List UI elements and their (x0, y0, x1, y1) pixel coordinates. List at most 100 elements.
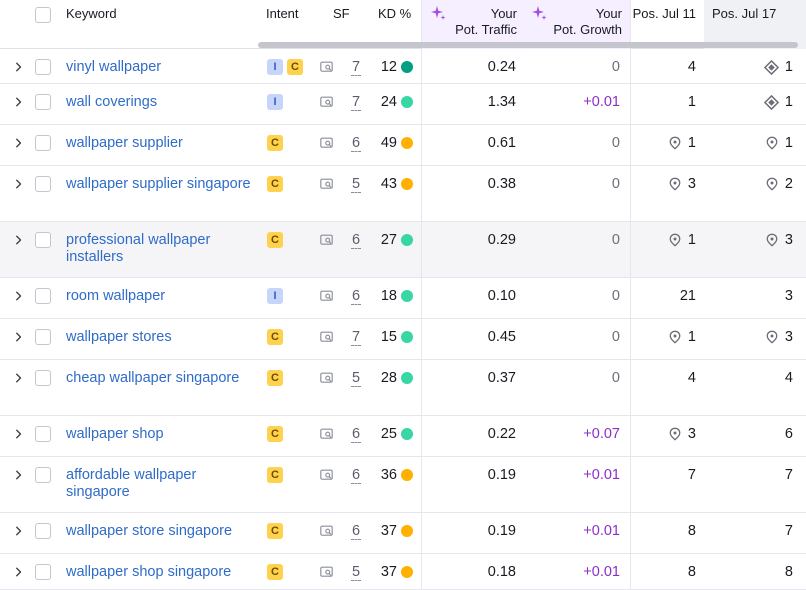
position-jul11: 3 (668, 176, 696, 192)
keyword-link[interactable]: wallpaper shop (66, 426, 251, 443)
row-checkbox[interactable] (35, 467, 51, 483)
position-jul17-value: 1 (784, 59, 793, 75)
keyword-link[interactable]: cheap wallpaper singapore (66, 370, 251, 387)
pot-growth-value: 0 (611, 59, 620, 75)
keyword-link[interactable]: wallpaper shop singapore (66, 564, 251, 581)
divider (630, 166, 631, 221)
serp-feature-icon (320, 566, 333, 577)
expand-row-button[interactable] (13, 61, 25, 73)
horizontal-scrollbar[interactable] (258, 42, 798, 48)
serp-features-count[interactable]: 7 (351, 94, 361, 111)
table-row[interactable]: affordable wallpaper singapore C 6 36 0.19 +0… (0, 457, 806, 513)
serp-features-icon[interactable] (318, 525, 335, 538)
expand-row-button[interactable] (13, 178, 25, 190)
serp-features-count[interactable]: 5 (351, 176, 361, 193)
sparkle-icon (431, 6, 446, 20)
divider (630, 125, 631, 165)
expand-row-button[interactable] (13, 525, 25, 537)
serp-features-icon[interactable] (318, 566, 335, 579)
position-jul17-value: 7 (784, 467, 793, 483)
expand-row-button[interactable] (13, 290, 25, 302)
serp-features-icon[interactable] (318, 428, 335, 441)
row-checkbox[interactable] (35, 329, 51, 345)
position-jul17: 3 (765, 329, 793, 345)
serp-features-icon[interactable] (318, 137, 335, 150)
keyword-link[interactable]: wall coverings (66, 94, 251, 111)
keyword-link[interactable]: affordable wallpaper singapore (66, 467, 251, 501)
table-row[interactable]: wallpaper supplier C 6 49 0.61 0 1 1 (0, 125, 806, 166)
col-keyword[interactable]: Keyword (66, 0, 256, 49)
keyword-link[interactable]: wallpaper supplier (66, 135, 251, 152)
expand-row-button[interactable] (13, 234, 25, 246)
divider (421, 360, 422, 415)
keyword-link[interactable]: room wallpaper (66, 288, 251, 305)
expand-row-button[interactable] (13, 428, 25, 440)
row-checkbox[interactable] (35, 426, 51, 442)
serp-feature-icon (320, 469, 333, 480)
expand-row-button[interactable] (13, 96, 25, 108)
expand-row-button[interactable] (13, 372, 25, 384)
row-checkbox[interactable] (35, 176, 51, 192)
serp-features-icon[interactable] (318, 469, 335, 482)
serp-features-count[interactable]: 5 (351, 370, 361, 387)
row-checkbox[interactable] (35, 288, 51, 304)
expand-row-button[interactable] (13, 137, 25, 149)
serp-features-icon[interactable] (318, 234, 335, 247)
row-checkbox[interactable] (35, 59, 51, 75)
col-intent-label: Intent (266, 6, 299, 21)
serp-features-count[interactable]: 6 (351, 426, 361, 443)
serp-features-count[interactable]: 6 (351, 135, 361, 152)
pot-traffic-value: 0.45 (487, 329, 516, 345)
keyword-link[interactable]: professional wallpaper installers (66, 232, 251, 266)
divider (630, 513, 631, 553)
serp-features-count[interactable]: 6 (351, 288, 361, 305)
serp-features-icon[interactable] (318, 290, 335, 303)
keyword-link[interactable]: wallpaper supplier singapore (66, 176, 251, 193)
divider (421, 166, 422, 221)
expand-row-button[interactable] (13, 566, 25, 578)
position-jul11-value: 7 (687, 467, 696, 483)
table-row[interactable]: wall coverings I 7 24 1.34 +0.01 1 1 (0, 84, 806, 125)
table-row[interactable]: wallpaper store singapore C 6 37 0.19 +0.01 8 7 (0, 513, 806, 554)
table-row[interactable]: cheap wallpaper singapore C 5 28 0.37 0 4 4 (0, 360, 806, 416)
row-checkbox[interactable] (35, 135, 51, 151)
select-all-checkbox[interactable] (35, 7, 51, 23)
kd-indicator-dot (401, 525, 413, 537)
table-row[interactable]: professional wallpaper installers C 6 27 0.2… (0, 222, 806, 278)
keyword-table: Keyword Intent SF KD % Your Pot. Traffic … (0, 0, 806, 49)
row-checkbox[interactable] (35, 94, 51, 110)
serp-features-count[interactable]: 6 (351, 523, 361, 540)
table-row[interactable]: vinyl wallpaper I C 7 12 0.24 0 4 1 (0, 49, 806, 84)
serp-features-icon[interactable] (318, 96, 335, 109)
expand-row-button[interactable] (13, 469, 25, 481)
serp-features-icon[interactable] (318, 178, 335, 191)
table-row[interactable]: wallpaper shop singapore C 5 37 0.18 +0.01 8 8 (0, 554, 806, 590)
serp-features-count[interactable]: 6 (351, 232, 361, 249)
keyword-link[interactable]: wallpaper stores (66, 329, 251, 346)
position-jul17-value: 1 (784, 94, 793, 110)
row-checkbox[interactable] (35, 370, 51, 386)
keyword-link[interactable]: vinyl wallpaper (66, 59, 251, 76)
table-row[interactable]: wallpaper shop C 6 25 0.22 +0.07 3 6 (0, 416, 806, 457)
position-jul17: 1 (765, 135, 793, 151)
serp-features-icon[interactable] (318, 331, 335, 344)
serp-features-count[interactable]: 5 (351, 564, 361, 581)
table-row[interactable]: room wallpaper I 6 18 0.10 0 21 3 (0, 278, 806, 319)
table-row[interactable]: wallpaper stores C 7 15 0.45 0 1 3 (0, 319, 806, 360)
row-checkbox[interactable] (35, 523, 51, 539)
row-checkbox[interactable] (35, 564, 51, 580)
serp-features-icon[interactable] (318, 61, 335, 74)
intent-commercial-badge: C (267, 329, 283, 345)
serp-features-icon[interactable] (318, 372, 335, 385)
position-jul17-value: 3 (784, 232, 793, 248)
keyword-link[interactable]: wallpaper store singapore (66, 523, 251, 540)
position-jul17: 6 (785, 426, 793, 442)
pot-growth-value: 0 (611, 288, 620, 304)
serp-features-count[interactable]: 7 (351, 329, 361, 346)
expand-row-button[interactable] (13, 331, 25, 343)
position-jul11: 21 (680, 288, 696, 304)
row-checkbox[interactable] (35, 232, 51, 248)
serp-features-count[interactable]: 6 (351, 467, 361, 484)
table-row[interactable]: wallpaper supplier singapore C 5 43 0.38 0 3 2 (0, 166, 806, 222)
serp-features-count[interactable]: 7 (351, 59, 361, 76)
